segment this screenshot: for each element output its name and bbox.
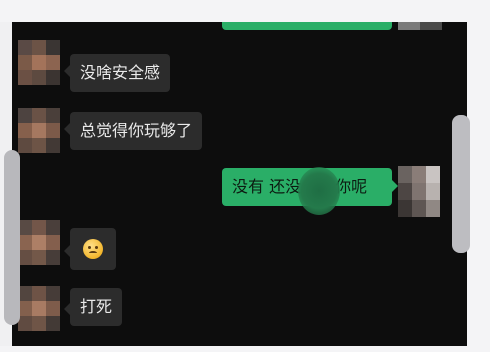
message-text-3a: 没有 还没 [232, 177, 302, 196]
worried-face-emoji [83, 239, 103, 259]
my-avatar-top[interactable] [398, 22, 442, 30]
blurred-text-overlay [298, 167, 340, 215]
chat-area[interactable]: 没啥安全感 总觉得你玩够了 没有 还没 你呢 打死 [12, 22, 467, 346]
window-frame-bottom [0, 346, 490, 352]
message-text-2: 总觉得你玩够了 [80, 121, 193, 140]
message-bubble-4[interactable] [70, 228, 116, 270]
message-bubble-5[interactable]: 打死 [70, 288, 123, 326]
message-bubble-1[interactable]: 没啥安全感 [70, 54, 171, 92]
my-avatar[interactable] [398, 166, 454, 226]
window-frame-right [467, 22, 490, 352]
contact-avatar[interactable] [18, 108, 74, 168]
message-text-1: 没啥安全感 [80, 63, 161, 82]
left-scroll-handle[interactable] [4, 150, 20, 325]
contact-avatar[interactable] [18, 286, 74, 346]
message-text-5: 打死 [80, 297, 113, 316]
page-top-strip [0, 0, 490, 22]
message-bubble-2[interactable]: 总觉得你玩够了 [70, 112, 203, 150]
previous-outgoing-bubble[interactable] [222, 22, 392, 30]
right-scrollbar-thumb[interactable] [452, 115, 470, 253]
